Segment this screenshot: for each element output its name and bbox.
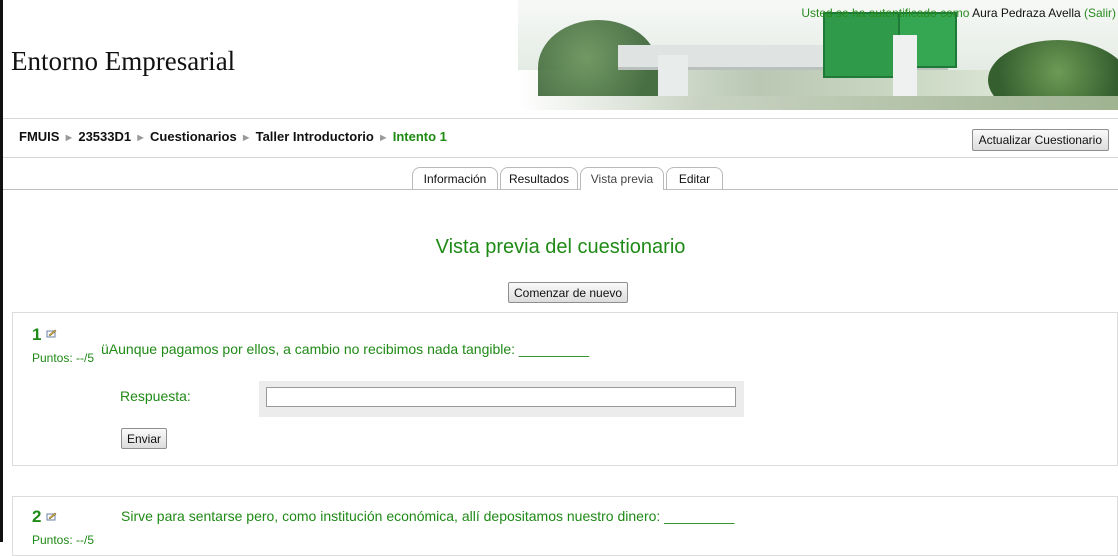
breadcrumb-separator: ► (63, 132, 75, 144)
breadcrumb-item-quiz[interactable]: Taller Introductorio (256, 129, 374, 144)
question-text: üAunque pagamos por ellos, a cambio no r… (101, 341, 590, 357)
tab-informacion[interactable]: Información (412, 167, 498, 189)
restart-button[interactable]: Comenzar de nuevo (508, 282, 629, 303)
logout-link[interactable]: (Salir) (1084, 6, 1116, 20)
question-1: 1 Puntos: --/5 üAunque pagamos por ellos… (12, 312, 1118, 466)
breadcrumb-current: Intento 1 (392, 129, 447, 144)
question-number: 1 (32, 325, 42, 344)
edit-icon[interactable] (46, 512, 57, 521)
tab-vista-previa[interactable]: Vista previa (580, 167, 664, 190)
question-number: 2 (32, 507, 42, 526)
question-points: Puntos: --/5 (32, 533, 95, 547)
breadcrumb-separator: ► (240, 132, 252, 144)
question-2: 2 Puntos: --/5 Sirve para sentarse pero,… (12, 496, 1118, 556)
page-title: Vista previa del cuestionario (435, 236, 686, 258)
navbar: FMUIS ► 23533D1 ► Cuestionarios ► Taller Intro… (3, 118, 1118, 158)
login-prefix: Usted se ha autentificado como (801, 6, 970, 20)
page: Entorno Empresarial Usted se ha autentif… (3, 0, 1118, 556)
tab-resultados[interactable]: Resultados (500, 167, 578, 189)
breadcrumb-separator: ► (377, 132, 389, 144)
edit-icon[interactable] (46, 329, 57, 338)
user-name-link[interactable]: Aura Pedraza Avella (972, 6, 1081, 20)
breadcrumb-separator: ► (135, 132, 147, 144)
breadcrumb-item-course[interactable]: 23533D1 (78, 129, 131, 144)
answer-label: Respuesta: (120, 388, 191, 404)
header: Entorno Empresarial Usted se ha autentif… (3, 0, 1118, 112)
update-quiz-button[interactable]: Actualizar Cuestionario (971, 129, 1109, 151)
submit-button[interactable]: Enviar (121, 428, 168, 449)
question-text: Sirve para sentarse pero, como instituci… (121, 508, 735, 524)
site-title: Entorno Empresarial (11, 46, 236, 76)
breadcrumb-item-quizzes[interactable]: Cuestionarios (150, 129, 237, 144)
breadcrumb: FMUIS ► 23533D1 ► Cuestionarios ► Taller Intro… (19, 129, 447, 144)
question-points: Puntos: --/5 (32, 351, 95, 365)
tab-editar[interactable]: Editar (666, 167, 723, 189)
login-info: Usted se ha autentificado como Aura Pedr… (801, 6, 1116, 20)
breadcrumb-item-fmuis[interactable]: FMUIS (19, 129, 59, 144)
answer-input[interactable] (266, 387, 736, 407)
